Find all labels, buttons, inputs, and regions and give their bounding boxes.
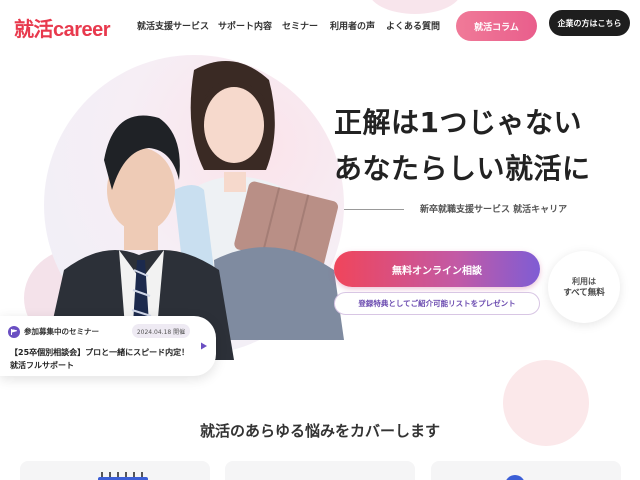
notebook-icon	[98, 472, 148, 480]
feature-card-2[interactable]	[225, 461, 415, 480]
hero-headline: 正解は1つじゃない あなたらしい就活に	[334, 100, 634, 192]
free-consultation-button[interactable]: 無料オンライン相談	[334, 251, 540, 287]
subtitle-divider	[344, 209, 404, 210]
nav-item-services[interactable]: 就活支援サービス	[137, 19, 209, 32]
seminar-title: 【25卒個別相談会】プロと一緒にスピード内定！就活フルサポート	[10, 348, 190, 370]
hero-subtitle: 新卒就職支援サービス 就活キャリア	[420, 205, 568, 215]
nav-item-voices[interactable]: 利用者の声	[330, 19, 375, 32]
site-logo[interactable]: 就活career	[14, 13, 111, 42]
feature-card-1[interactable]	[20, 461, 210, 480]
seminar-date-badge: 2024.04.18 開催	[132, 324, 190, 338]
hero-people-illustration	[44, 61, 344, 360]
globe-icon	[506, 475, 524, 480]
headline-line-1: 正解は1つじゃない	[334, 106, 582, 139]
flag-icon	[8, 326, 20, 338]
decorative-arc	[368, 0, 462, 14]
headline-line-2: あなたらしい就活に	[334, 152, 591, 185]
badge-line-1: 利用は	[572, 276, 596, 286]
nav-item-faq[interactable]: よくある質問	[386, 19, 440, 32]
company-button[interactable]: 企業の方はこちら	[549, 10, 630, 36]
nav-item-seminar[interactable]: セミナー	[282, 19, 318, 32]
section-title: 就活のあらゆる悩みをカバーします	[199, 422, 440, 440]
play-arrow-icon[interactable]	[200, 342, 208, 350]
badge-line-2: すべて無料	[563, 287, 605, 298]
seminar-card[interactable]: 参加募集中のセミナー 2024.04.18 開催 【25卒個別相談会】プロと一緒…	[0, 316, 216, 376]
nav-item-support[interactable]: サポート内容	[218, 19, 272, 32]
hero-subtitle-row: 新卒就職支援サービス 就活キャリア	[320, 202, 590, 216]
column-button[interactable]: 就活コラム	[456, 11, 537, 41]
bonus-list-link[interactable]: 登録特典としてご紹介可能リストをプレゼント	[334, 292, 540, 315]
feature-card-3[interactable]	[431, 461, 621, 480]
free-badge: 利用は すべて無料	[548, 251, 620, 323]
seminar-label: 参加募集中のセミナー	[24, 327, 99, 336]
